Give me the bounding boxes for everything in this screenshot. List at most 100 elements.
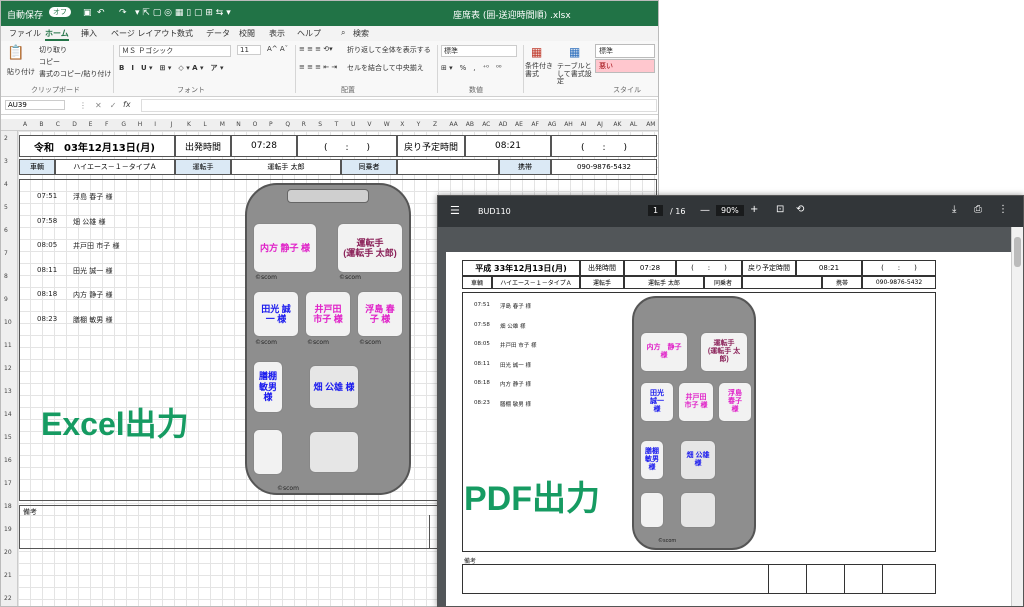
style-bad[interactable]: 悪い: [595, 59, 655, 73]
row-header[interactable]: 17: [4, 480, 12, 487]
column-header[interactable]: A: [23, 121, 27, 128]
column-header[interactable]: M: [220, 121, 225, 128]
font-size-select[interactable]: 11: [237, 45, 261, 55]
search-label[interactable]: 検索: [353, 28, 369, 39]
column-header[interactable]: AC: [482, 121, 490, 128]
column-header[interactable]: AF: [531, 121, 539, 128]
row-header[interactable]: 18: [4, 503, 12, 510]
fx-icon[interactable]: fx: [123, 100, 131, 109]
align-horizontal-icons[interactable]: ≡ ≡ ≡ ⇤ ⇥: [299, 63, 337, 71]
tab-help[interactable]: ヘルプ: [297, 28, 321, 39]
column-header[interactable]: AB: [466, 121, 474, 128]
column-header[interactable]: F: [105, 121, 108, 128]
redo-icon[interactable]: ↷: [119, 8, 127, 18]
print-icon[interactable]: ⎙: [974, 204, 982, 215]
autosave-toggle[interactable]: オフ: [49, 7, 71, 17]
row-header[interactable]: 5: [4, 204, 8, 211]
column-header[interactable]: Y: [417, 121, 421, 128]
fit-page-icon[interactable]: ⊡: [776, 204, 784, 215]
column-header[interactable]: Z: [433, 121, 437, 128]
column-header[interactable]: J: [171, 121, 173, 128]
row-header[interactable]: 9: [4, 296, 8, 303]
column-header[interactable]: H: [138, 121, 143, 128]
row-header[interactable]: 2: [4, 135, 8, 142]
formula-buttons[interactable]: ⋮ ✕ ✓: [79, 100, 116, 111]
row-header[interactable]: 22: [4, 595, 12, 602]
column-header[interactable]: D: [72, 121, 77, 128]
row-header[interactable]: 8: [4, 273, 8, 280]
quick-access-icons[interactable]: ▾ ⇱ ▢ ◎ ▦ ▯ ▢ ⊞ ⇆ ▾: [135, 8, 231, 18]
paste-icon[interactable]: 📋: [7, 45, 24, 61]
column-header[interactable]: S: [318, 121, 322, 128]
column-header[interactable]: AD: [499, 121, 508, 128]
column-header[interactable]: AK: [613, 121, 621, 128]
font-grow-icons[interactable]: A^ Aˇ: [267, 45, 288, 53]
row-header[interactable]: 4: [4, 181, 8, 188]
column-header[interactable]: R: [302, 121, 306, 128]
column-header[interactable]: AA: [449, 121, 457, 128]
column-header[interactable]: E: [89, 121, 93, 128]
row-header[interactable]: 16: [4, 457, 12, 464]
table-format-icon[interactable]: ▦: [569, 45, 580, 59]
download-icon[interactable]: ⤓: [952, 204, 956, 215]
undo-icon[interactable]: ↶: [97, 8, 105, 18]
column-header[interactable]: K: [187, 121, 191, 128]
cut-button[interactable]: 切り取り: [39, 45, 67, 55]
column-header[interactable]: AG: [548, 121, 557, 128]
row-header[interactable]: 20: [4, 549, 12, 556]
page-input[interactable]: 1: [648, 205, 664, 216]
row-header[interactable]: 10: [4, 319, 12, 326]
tab-file[interactable]: ファイル: [9, 28, 41, 39]
formula-input[interactable]: [141, 99, 657, 112]
tab-page-layout[interactable]: ページ レイアウト: [111, 28, 177, 39]
column-header[interactable]: T: [335, 121, 339, 128]
row-header[interactable]: 21: [4, 572, 12, 579]
row-header[interactable]: 13: [4, 388, 12, 395]
copy-button[interactable]: コピー: [39, 57, 60, 67]
row-header[interactable]: 12: [4, 365, 12, 372]
column-header[interactable]: U: [351, 121, 355, 128]
tab-review[interactable]: 校閲: [239, 28, 255, 39]
column-header[interactable]: AI: [581, 121, 587, 128]
number-format-icons[interactable]: ⊞ ▾ % , ⁺⁰ ⁰⁰: [441, 63, 502, 73]
row-header[interactable]: 7: [4, 250, 8, 257]
zoom-input[interactable]: 90%: [716, 205, 744, 216]
column-header[interactable]: AL: [630, 121, 637, 128]
number-format-select[interactable]: 標準: [441, 45, 517, 57]
conditional-format-icon[interactable]: ▦: [531, 45, 542, 59]
align-top-icons[interactable]: ≡ ≡ ≡ ⟲▾: [299, 45, 333, 53]
pdf-scrollbar[interactable]: [1011, 227, 1023, 606]
row-header[interactable]: 11: [4, 342, 12, 349]
tab-formulas[interactable]: 数式: [177, 28, 193, 39]
search-icon[interactable]: ⌕: [341, 28, 345, 38]
zoom-in-icon[interactable]: +: [750, 204, 758, 215]
tab-insert[interactable]: 挿入: [81, 28, 97, 39]
conditional-format-button[interactable]: 条件付き書式: [525, 62, 559, 78]
column-header[interactable]: G: [121, 121, 126, 128]
column-header[interactable]: N: [236, 121, 241, 128]
row-header[interactable]: 14: [4, 411, 12, 418]
column-header[interactable]: C: [56, 121, 60, 128]
more-options-icon[interactable]: ⋮: [998, 204, 1008, 215]
row-header[interactable]: 19: [4, 526, 12, 533]
zoom-out-icon[interactable]: —: [700, 205, 710, 216]
pdf-scrollbar-thumb[interactable]: [1014, 237, 1021, 267]
format-painter-button[interactable]: 書式のコピー/貼り付け: [39, 69, 111, 79]
column-header[interactable]: O: [253, 121, 258, 128]
merge-center-button[interactable]: セルを結合して中央揃え: [347, 63, 424, 73]
column-header[interactable]: AH: [564, 121, 573, 128]
column-header[interactable]: L: [203, 121, 206, 128]
font-name-select[interactable]: ＭＳ Ｐゴシック: [119, 45, 231, 57]
column-header[interactable]: X: [400, 121, 404, 128]
table-format-button[interactable]: テーブルとして書式設定: [557, 62, 593, 86]
tab-view[interactable]: 表示: [269, 28, 285, 39]
column-header[interactable]: V: [367, 121, 371, 128]
paste-button[interactable]: 貼り付け: [7, 67, 35, 77]
column-header[interactable]: AE: [515, 121, 523, 128]
tab-home[interactable]: ホーム: [45, 28, 69, 41]
wrap-text-button[interactable]: 折り返して全体を表示する: [347, 45, 431, 55]
column-header[interactable]: AM: [646, 121, 655, 128]
name-box[interactable]: AU39: [5, 100, 65, 110]
column-header[interactable]: Q: [285, 121, 290, 128]
column-header[interactable]: W: [384, 121, 390, 128]
